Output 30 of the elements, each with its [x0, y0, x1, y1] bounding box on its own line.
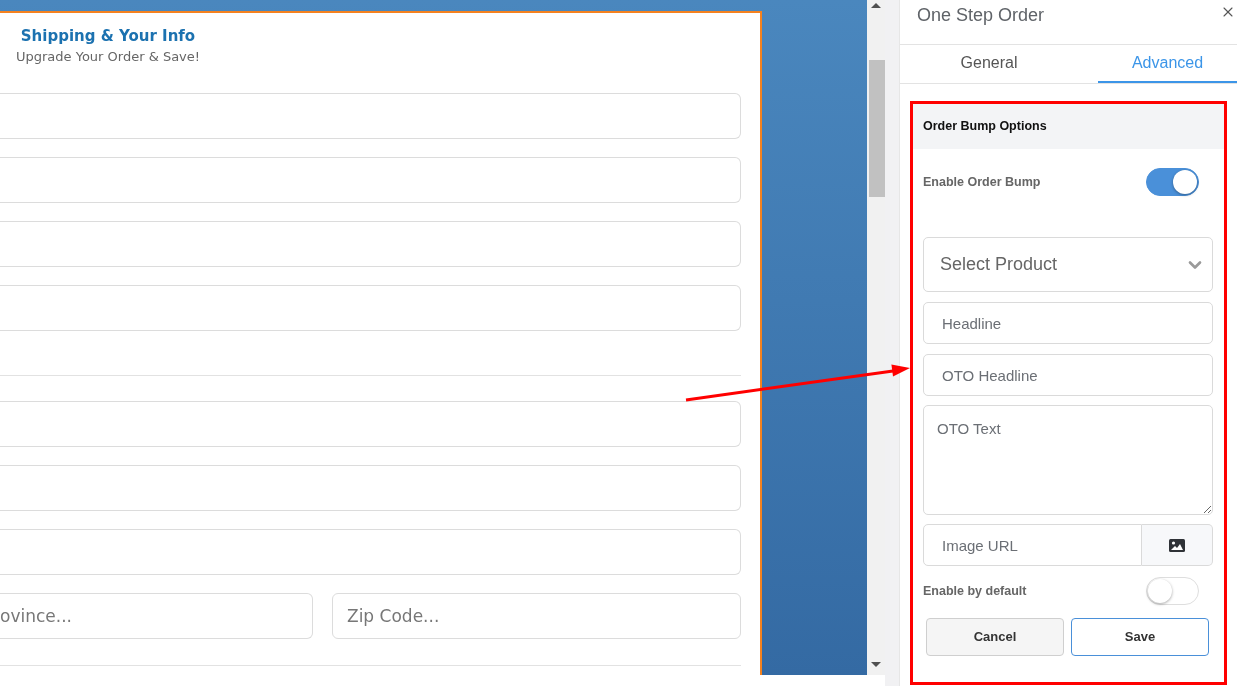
- product-select[interactable]: Select Product: [923, 237, 1213, 292]
- input-field[interactable]: [0, 529, 741, 575]
- input-field[interactable]: [0, 221, 741, 267]
- tab[interactable]: General: [900, 45, 1078, 83]
- input-field[interactable]: [0, 157, 741, 203]
- panel-title: One Step Order: [917, 4, 1045, 27]
- scroll-up-icon[interactable]: [871, 3, 881, 8]
- input-field[interactable]: OTO Headline: [923, 354, 1213, 396]
- input-field[interactable]: [0, 401, 741, 447]
- save-button[interactable]: Save: [1071, 618, 1209, 656]
- toggle-label: Enable by default: [923, 582, 1027, 600]
- toggle-label: Enable Order Bump: [923, 173, 1041, 191]
- toggle-switch[interactable]: [1146, 168, 1199, 196]
- scrollbar-thumb[interactable]: [869, 60, 885, 197]
- section-title: Order Bump Options: [923, 118, 1047, 136]
- scroll-down-icon[interactable]: [871, 662, 881, 667]
- text-area[interactable]: OTO Text: [923, 405, 1213, 515]
- cancel-button[interactable]: Cancel: [926, 618, 1064, 656]
- image-icon: [1169, 538, 1185, 552]
- image-url-field[interactable]: Image URL: [923, 524, 1142, 566]
- input-field[interactable]: Headline: [923, 302, 1213, 344]
- input-field[interactable]: [0, 285, 741, 331]
- input-field[interactable]: [0, 93, 741, 139]
- input-field[interactable]: ovince...: [0, 593, 313, 639]
- input-field[interactable]: [0, 465, 741, 511]
- input-field[interactable]: Zip Code...: [332, 593, 741, 639]
- form-subtitle: Upgrade Your Order & Save!: [15, 49, 201, 65]
- scrollbar[interactable]: [867, 0, 885, 675]
- form-title: Shipping & Your Info: [20, 27, 196, 45]
- image-picker-button[interactable]: [1142, 524, 1213, 566]
